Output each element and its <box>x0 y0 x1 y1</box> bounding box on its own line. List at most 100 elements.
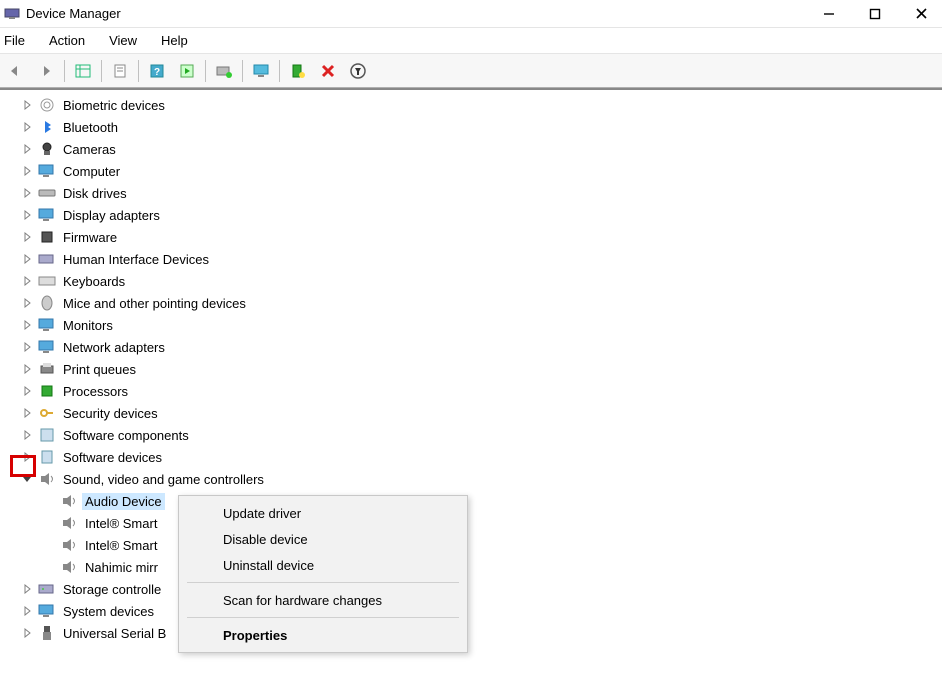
tree-category-label: Mice and other pointing devices <box>60 295 249 312</box>
tree-category[interactable]: Sound, video and game controllers <box>0 468 942 490</box>
tree-device-label: Audio Device <box>82 493 165 510</box>
tree-device[interactable]: Intel® Smart <box>0 534 942 556</box>
chip-icon <box>38 228 56 246</box>
toolbar-separator <box>242 60 243 82</box>
chevron-right-icon[interactable] <box>20 604 34 618</box>
tree-category-label: Monitors <box>60 317 116 334</box>
network-icon <box>38 338 56 356</box>
tree-device-label: Intel® Smart <box>82 515 160 532</box>
chevron-right-icon[interactable] <box>20 230 34 244</box>
chevron-right-icon[interactable] <box>20 208 34 222</box>
context-menu-separator <box>187 582 459 583</box>
tree-category[interactable]: Disk drives <box>0 182 942 204</box>
scan-hardware-icon[interactable] <box>284 58 312 84</box>
chevron-right-icon[interactable] <box>20 274 34 288</box>
tree-category[interactable]: Universal Serial B <box>0 622 942 644</box>
chevron-right-icon[interactable] <box>20 626 34 640</box>
tree-category[interactable]: Software components <box>0 424 942 446</box>
tree-category[interactable]: Software devices <box>0 446 942 468</box>
tree-category[interactable]: Storage controlle <box>0 578 942 600</box>
system-icon <box>38 602 56 620</box>
chevron-right-icon[interactable] <box>20 164 34 178</box>
help-icon[interactable]: ? <box>143 58 171 84</box>
tree-category[interactable]: System devices <box>0 600 942 622</box>
chevron-down-icon[interactable] <box>20 472 34 486</box>
tree-category-label: Disk drives <box>60 185 130 202</box>
chevron-right-icon[interactable] <box>20 142 34 156</box>
chevron-right-icon[interactable] <box>20 406 34 420</box>
tree-category-label: Print queues <box>60 361 139 378</box>
minimize-button[interactable] <box>820 5 838 23</box>
tree-device[interactable]: Audio Device <box>0 490 942 512</box>
tree-category[interactable]: Print queues <box>0 358 942 380</box>
context-menu-item[interactable]: Uninstall device <box>179 552 467 578</box>
tree-category-label: Biometric devices <box>60 97 168 114</box>
chevron-right-icon[interactable] <box>20 428 34 442</box>
update-driver-toolbar-icon[interactable] <box>344 58 372 84</box>
context-menu-separator <box>187 617 459 618</box>
tree-device-label: Nahimic mirr <box>82 559 161 576</box>
chevron-right-icon[interactable] <box>20 384 34 398</box>
chevron-right-icon[interactable] <box>20 186 34 200</box>
menu-view[interactable]: View <box>109 33 137 48</box>
menubar: File Action View Help <box>0 28 942 54</box>
tree-category[interactable]: Network adapters <box>0 336 942 358</box>
chevron-right-icon[interactable] <box>20 582 34 596</box>
tree-device[interactable]: Intel® Smart <box>0 512 942 534</box>
tree-category[interactable]: Processors <box>0 380 942 402</box>
show-hidden-devices-icon[interactable] <box>69 58 97 84</box>
keyboard-icon <box>38 272 56 290</box>
tree-category[interactable]: Keyboards <box>0 270 942 292</box>
tree-category[interactable]: Computer <box>0 160 942 182</box>
chevron-right-icon[interactable] <box>20 362 34 376</box>
software-icon <box>38 448 56 466</box>
context-menu-item[interactable]: Scan for hardware changes <box>179 587 467 613</box>
tree-category[interactable]: Cameras <box>0 138 942 160</box>
tree-category[interactable]: Monitors <box>0 314 942 336</box>
menu-help[interactable]: Help <box>161 33 188 48</box>
chevron-right-icon[interactable] <box>20 98 34 112</box>
tree-category[interactable]: Bluetooth <box>0 116 942 138</box>
tree-category[interactable]: Human Interface Devices <box>0 248 942 270</box>
tree-category-label: Computer <box>60 163 123 180</box>
tree-category[interactable]: Firmware <box>0 226 942 248</box>
menu-action[interactable]: Action <box>49 33 85 48</box>
context-menu-item[interactable]: Disable device <box>179 526 467 552</box>
svg-text:?: ? <box>154 67 160 78</box>
chevron-right-icon[interactable] <box>20 318 34 332</box>
tree-category[interactable]: Biometric devices <box>0 94 942 116</box>
tree-category[interactable]: Mice and other pointing devices <box>0 292 942 314</box>
tree-category-label: System devices <box>60 603 157 620</box>
menu-file[interactable]: File <box>4 33 25 48</box>
update-driver-monitor-icon[interactable] <box>247 58 275 84</box>
chevron-right-icon[interactable] <box>20 450 34 464</box>
forward-icon[interactable] <box>32 58 60 84</box>
uninstall-device-icon[interactable] <box>314 58 342 84</box>
chevron-right-icon[interactable] <box>20 340 34 354</box>
context-menu-item[interactable]: Update driver <box>179 500 467 526</box>
properties-sheet-icon[interactable] <box>106 58 134 84</box>
tree-device[interactable]: Nahimic mirr <box>0 556 942 578</box>
context-menu-item[interactable]: Properties <box>179 622 467 648</box>
tree-category-label: Firmware <box>60 229 120 246</box>
device-tree[interactable]: Biometric devices Bluetooth Cameras Compute… <box>0 88 942 677</box>
close-button[interactable] <box>912 5 930 23</box>
enable-device-icon[interactable] <box>173 58 201 84</box>
tree-category[interactable]: Security devices <box>0 402 942 424</box>
speaker-icon <box>60 558 78 576</box>
back-icon[interactable] <box>2 58 30 84</box>
tree-category-label: Software devices <box>60 449 165 466</box>
maximize-button[interactable] <box>866 5 884 23</box>
tree-category-label: Bluetooth <box>60 119 121 136</box>
chevron-right-icon[interactable] <box>20 252 34 266</box>
titlebar: Device Manager <box>0 0 942 28</box>
chevron-right-icon[interactable] <box>20 120 34 134</box>
add-legacy-hardware-icon[interactable] <box>210 58 238 84</box>
chevron-right-icon[interactable] <box>20 296 34 310</box>
tree-category-label: Software components <box>60 427 192 444</box>
mouse-icon <box>38 294 56 312</box>
computer-icon <box>38 162 56 180</box>
speaker-icon <box>60 492 78 510</box>
device-manager-icon <box>4 6 20 22</box>
tree-category[interactable]: Display adapters <box>0 204 942 226</box>
